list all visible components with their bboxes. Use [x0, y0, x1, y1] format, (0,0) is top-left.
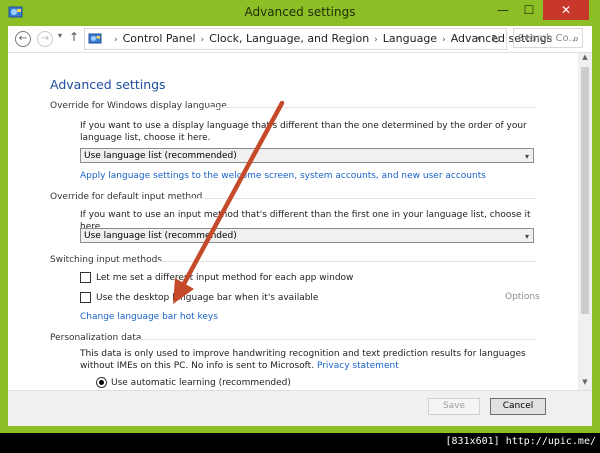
- section-input-method: Override for default input method: [50, 192, 536, 202]
- scrollbar-thumb[interactable]: [581, 67, 589, 314]
- personalization-description: This data is only used to improve handwr…: [80, 349, 550, 372]
- settings-content: Advanced settings Override for Windows d…: [8, 53, 578, 390]
- dropdown-value: Use language list (recommended): [84, 151, 237, 161]
- dropdown-value: Use language list (recommended): [84, 231, 237, 241]
- options-link[interactable]: Options: [505, 292, 540, 302]
- checkbox[interactable]: [80, 272, 91, 283]
- desktop-language-bar-checkbox[interactable]: Use the desktop language bar when it's a…: [80, 292, 318, 303]
- breadcrumb-separator[interactable]: ›: [442, 35, 446, 45]
- recent-locations-icon[interactable]: ▾: [58, 31, 62, 40]
- page-title: Advanced settings: [50, 77, 166, 92]
- apply-welcome-screen-link[interactable]: Apply language settings to the welcome s…: [80, 171, 486, 181]
- window-client: ← → ▾ ↑ › Control Panel › Clock, Language, …: [8, 26, 592, 426]
- chevron-down-icon: ▾: [524, 232, 529, 241]
- automatic-learning-radio[interactable]: Use automatic learning (recommended): [96, 377, 291, 388]
- breadcrumb-separator[interactable]: ›: [201, 35, 205, 45]
- search-icon[interactable]: ⌕: [573, 29, 579, 49]
- control-panel-icon: [88, 33, 102, 44]
- refresh-icon[interactable]: ↻: [491, 29, 501, 49]
- display-language-description: If you want to use a display language th…: [80, 121, 527, 143]
- window-frame: Advanced settings — ☐ ✕ ← → ▾ ↑ › Control…: [0, 0, 600, 433]
- navigation-bar: ← → ▾ ↑ › Control Panel › Clock, Language, …: [8, 26, 592, 53]
- divider: [188, 198, 536, 199]
- up-icon[interactable]: ↑: [69, 30, 79, 44]
- title-bar[interactable]: Advanced settings — ☐ ✕: [0, 0, 600, 26]
- save-button[interactable]: Save: [428, 398, 480, 415]
- address-bar[interactable]: › Control Panel › Clock, Language, and Regi…: [84, 28, 552, 50]
- breadcrumb-separator[interactable]: ›: [374, 35, 378, 45]
- search-placeholder: Search Co...: [518, 33, 578, 44]
- back-button[interactable]: ←: [15, 31, 31, 47]
- section-personalization-data: Personalization data: [50, 333, 536, 343]
- scroll-down-icon[interactable]: ▼: [578, 378, 592, 390]
- checkbox-label: Use the desktop language bar when it's a…: [96, 293, 319, 303]
- radio-button[interactable]: [96, 377, 107, 388]
- section-title: Personalization data: [50, 333, 142, 343]
- privacy-statement-link[interactable]: Privacy statement: [317, 361, 399, 371]
- display-language-dropdown[interactable]: Use language list (recommended) ▾: [80, 148, 534, 163]
- section-title: Override for Windows display language: [50, 101, 227, 111]
- section-title: Override for default input method: [50, 192, 203, 202]
- forward-button[interactable]: →: [37, 31, 53, 47]
- breadcrumb-control-panel[interactable]: Control Panel: [123, 32, 196, 45]
- watermark-text: [831x601] http://upic.me/: [445, 436, 596, 447]
- divider: [138, 339, 536, 340]
- radio-label: Use automatic learning (recommended): [111, 378, 291, 388]
- scroll-up-icon[interactable]: ▲: [578, 53, 592, 65]
- vertical-scrollbar[interactable]: ▲ ▼: [578, 53, 592, 390]
- cancel-button[interactable]: Cancel: [490, 398, 546, 415]
- chevron-down-icon[interactable]: ▾: [477, 29, 481, 49]
- checkbox-label: Let me set a different input method for …: [96, 273, 354, 283]
- breadcrumb-separator[interactable]: ›: [114, 35, 118, 45]
- dialog-footer: Save Cancel: [8, 390, 592, 426]
- divider: [158, 261, 536, 262]
- divider: [208, 107, 536, 108]
- close-button[interactable]: ✕: [543, 0, 589, 20]
- breadcrumb: › Control Panel › Clock, Language, and Regi…: [109, 29, 552, 50]
- minimize-button[interactable]: —: [490, 0, 516, 20]
- maximize-button[interactable]: ☐: [516, 0, 542, 20]
- section-display-language: Override for Windows display language: [50, 101, 536, 111]
- checkbox[interactable]: [80, 292, 91, 303]
- change-hot-keys-link[interactable]: Change language bar hot keys: [80, 312, 218, 322]
- breadcrumb-language[interactable]: Language: [383, 32, 437, 45]
- personalization-text: This data is only used to improve handwr…: [80, 349, 526, 371]
- chevron-down-icon: ▾: [524, 152, 529, 161]
- input-method-dropdown[interactable]: Use language list (recommended) ▾: [80, 228, 534, 243]
- section-title: Switching input methods: [50, 255, 162, 265]
- search-input[interactable]: Search Co... ⌕: [513, 28, 583, 48]
- section-switching-input-methods: Switching input methods: [50, 255, 536, 265]
- breadcrumb-clock-language-region[interactable]: Clock, Language, and Region: [209, 32, 369, 45]
- per-app-input-method-checkbox[interactable]: Let me set a different input method for …: [80, 272, 353, 283]
